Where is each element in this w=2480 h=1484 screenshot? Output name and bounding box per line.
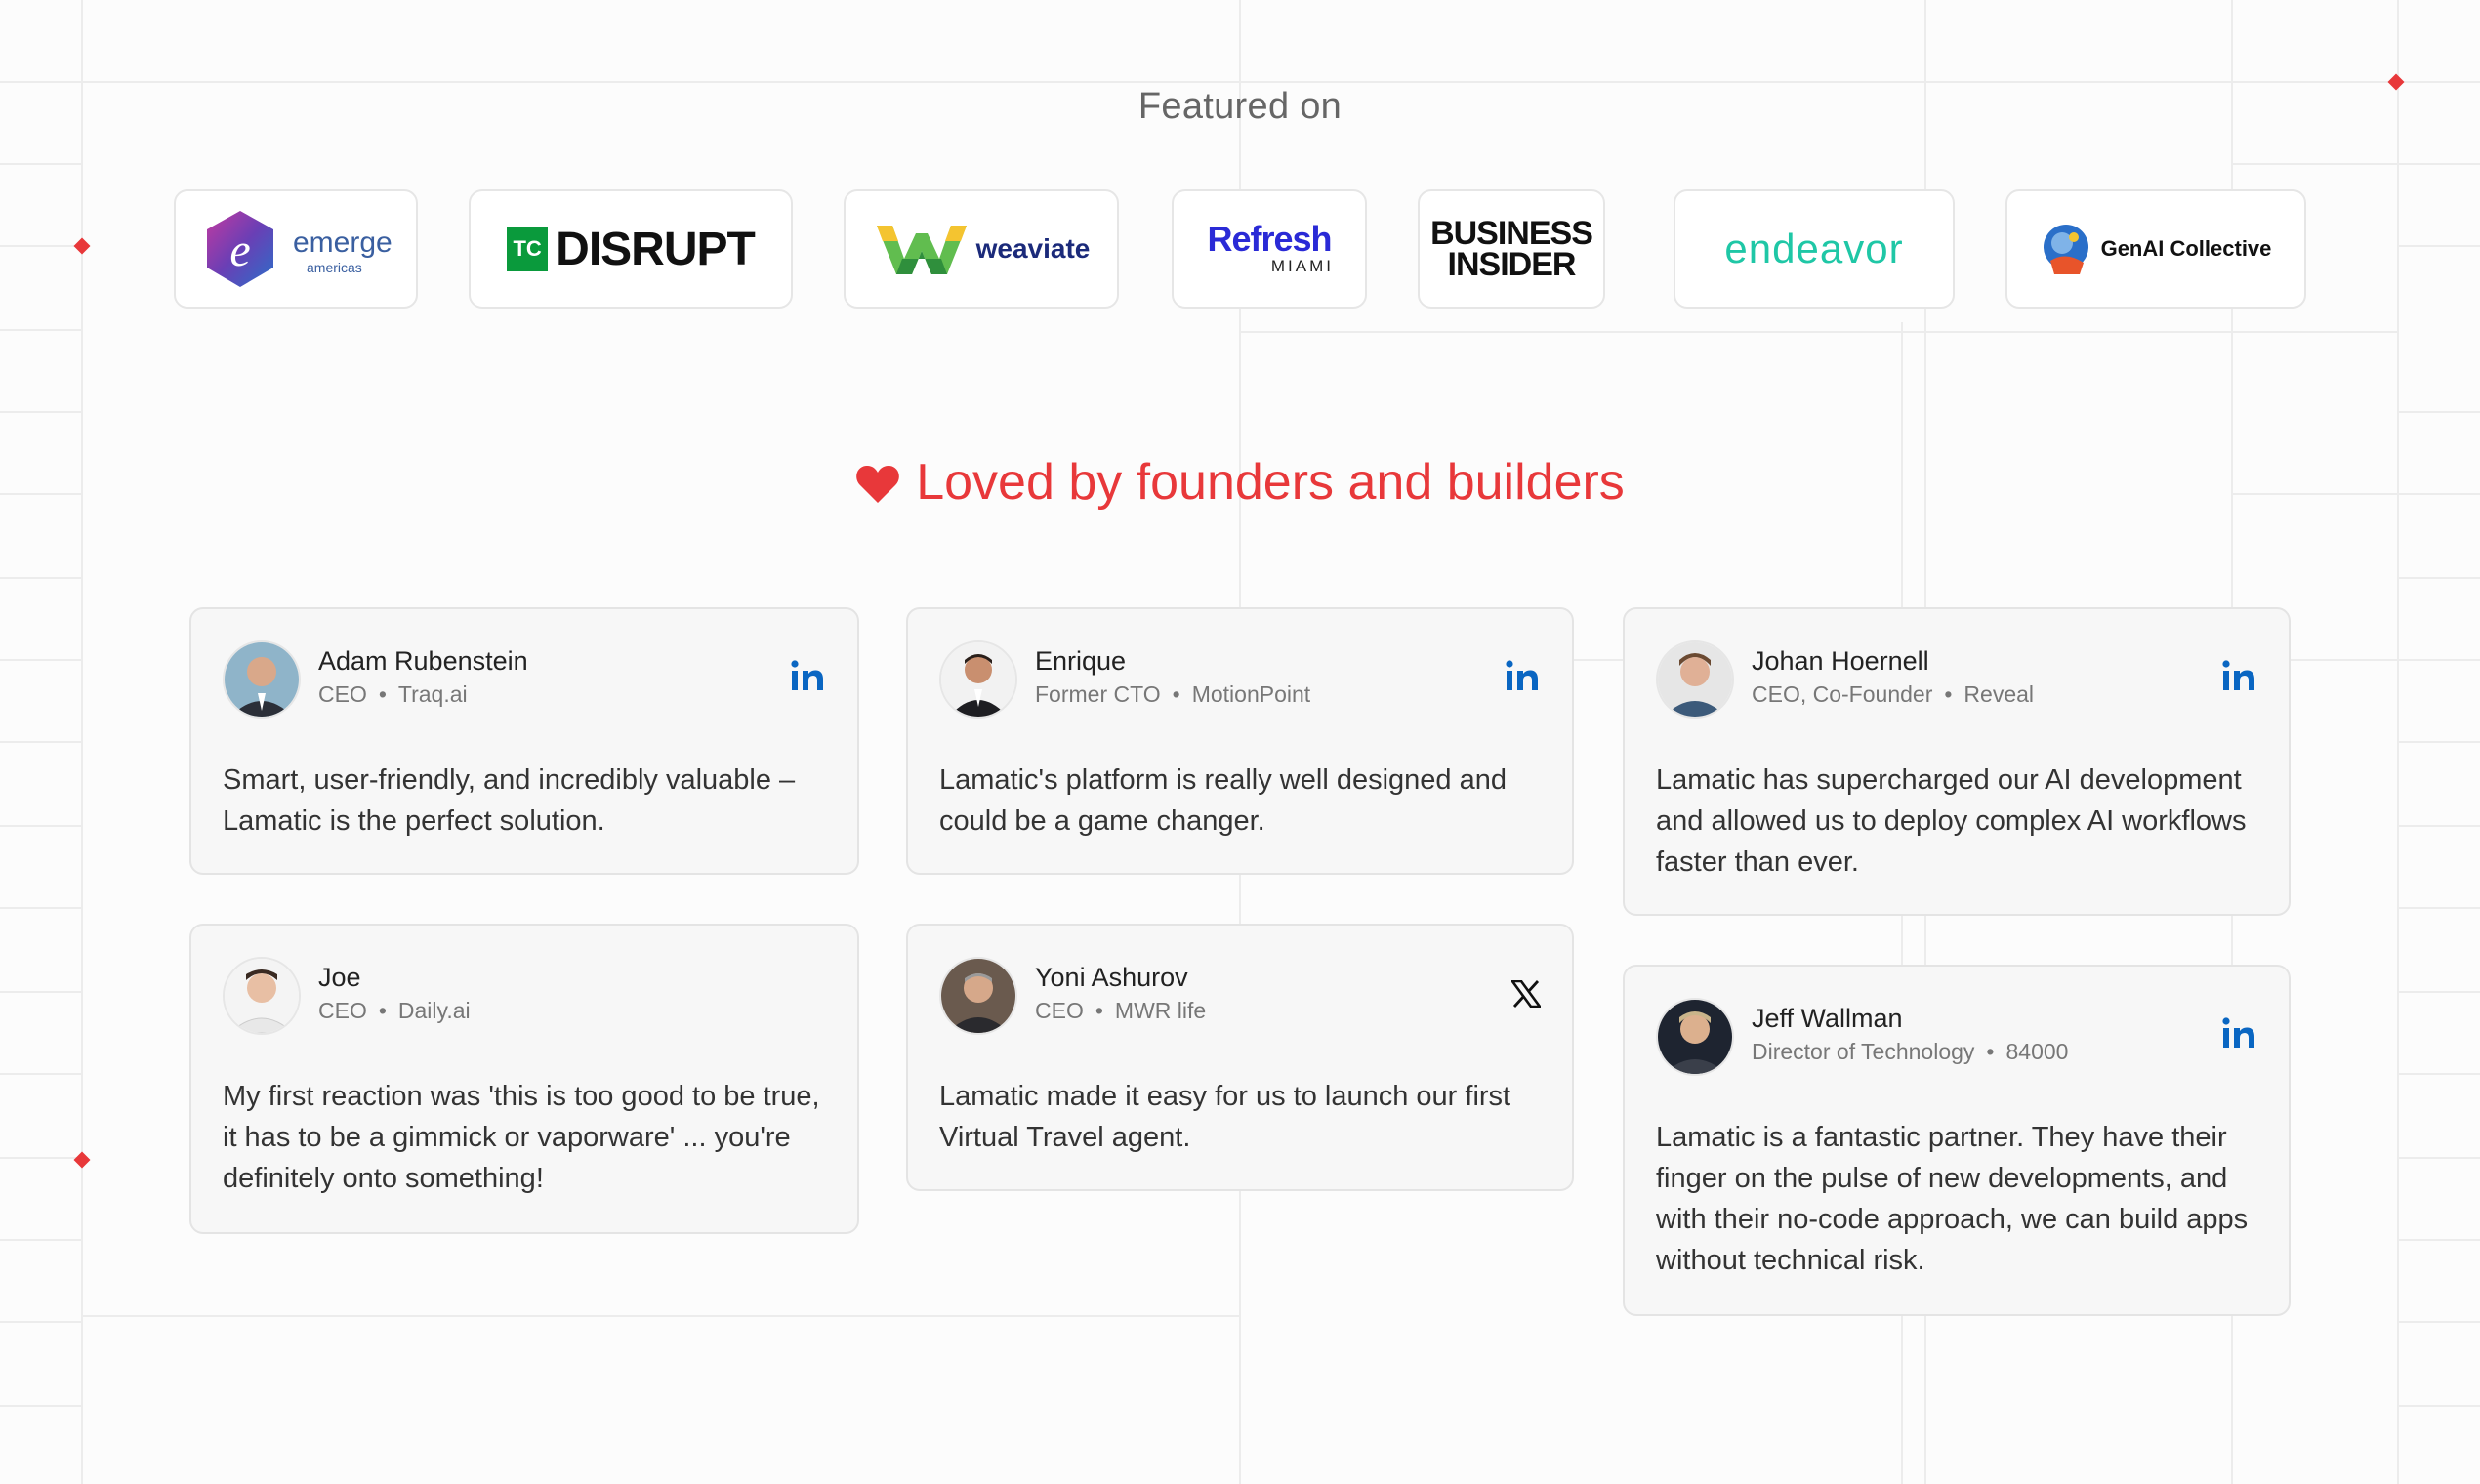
logo-endeavor[interactable]: endeavor <box>1674 189 1955 309</box>
linkedin-icon[interactable] <box>1506 660 1539 696</box>
testimonials-title-text: Loved by founders and builders <box>916 454 1625 511</box>
avatar <box>939 640 1017 719</box>
insider-label: INSIDER <box>1447 246 1577 283</box>
testimonial-card: Enrique Former CTO • MotionPoint Lamatic's… <box>906 607 1574 875</box>
person-name: Adam Rubenstein <box>318 646 528 676</box>
business-label: BUSINESS <box>1430 215 1593 252</box>
endeavor-label: endeavor <box>1724 226 1904 271</box>
testimonial-card: Jeff Wallman Director of Technology • 8400… <box>1623 965 2291 1316</box>
testimonials-title: Loved by founders and builders <box>0 453 2480 512</box>
person-name: Enrique <box>1035 646 1127 676</box>
emerge-sub: americas <box>307 260 362 275</box>
linkedin-icon[interactable] <box>2222 660 2255 696</box>
person-role: CEO • Traq.ai <box>318 681 468 707</box>
avatar <box>223 640 301 719</box>
person-name: Jeff Wallman <box>1752 1004 1903 1033</box>
person-role: CEO, Co-Founder • Reveal <box>1752 681 2035 707</box>
featured-title: Featured on <box>1137 86 1343 127</box>
logo-refresh[interactable]: Refresh MIAMI <box>1172 189 1367 309</box>
person-role: Former CTO • MotionPoint <box>1035 681 1311 707</box>
red-marker <box>73 237 91 255</box>
refresh-label: Refresh <box>1207 219 1332 259</box>
weaviate-label: weaviate <box>975 233 1091 264</box>
weaviate-logo <box>876 226 967 274</box>
logo-emerge[interactable]: e emerge americas <box>174 189 418 309</box>
logo-disrupt[interactable]: TC DISRUPT <box>469 189 793 309</box>
testimonial-quote: Lamatic's platform is really well design… <box>939 764 1507 837</box>
testimonial-card: Yoni Ashurov CEO • MWR life Lamatic made i… <box>906 924 1574 1191</box>
linkedin-icon[interactable] <box>2222 1017 2255 1053</box>
testimonial-quote: Smart, user-friendly, and incredibly val… <box>223 764 796 837</box>
testimonial-card: Johan Hoernell CEO, Co-Founder • Reveal La… <box>1623 607 2291 916</box>
testimonial-quote: Lamatic made it easy for us to launch ou… <box>939 1081 1511 1153</box>
avatar <box>1656 998 1734 1076</box>
testimonial-quote: My first reaction was 'this is too good … <box>223 1081 820 1194</box>
genai-collective-logo <box>2043 225 2088 274</box>
genai-label: GenAI Collective <box>2100 236 2272 261</box>
svg-text:e: e <box>229 225 250 276</box>
testimonial-quote: Lamatic has supercharged our AI developm… <box>1656 764 2247 878</box>
heart-icon <box>856 465 900 503</box>
linkedin-icon[interactable] <box>791 660 824 696</box>
testimonial-card: Joe CEO • Daily.ai My first reaction was '… <box>189 924 859 1234</box>
emerge-label: emerge <box>293 227 393 259</box>
logo-weaviate[interactable]: weaviate <box>844 189 1119 309</box>
red-marker <box>73 1151 91 1169</box>
logo-genai-collective[interactable]: GenAI Collective <box>2005 189 2306 309</box>
tc-badge: TC <box>507 227 549 271</box>
person-name: Joe <box>318 963 361 992</box>
testimonial-quote: Lamatic is a fantastic partner. They hav… <box>1656 1122 2249 1276</box>
avatar <box>1656 640 1734 719</box>
testimonial-card: Adam Rubenstein CEO • Traq.ai Smart, user-… <box>189 607 859 875</box>
person-name: Johan Hoernell <box>1752 646 1929 676</box>
logo-business-insider[interactable]: BUSINESS INSIDER <box>1418 189 1605 309</box>
avatar <box>223 957 301 1035</box>
x-icon[interactable] <box>1509 979 1543 1012</box>
refresh-sub: MIAMI <box>1270 257 1334 275</box>
person-name: Yoni Ashurov <box>1035 963 1188 992</box>
person-role: CEO • Daily.ai <box>318 998 471 1023</box>
disrupt-label: DISRUPT <box>556 223 756 275</box>
person-role: Director of Technology • 84000 <box>1752 1039 2069 1064</box>
avatar <box>939 957 1017 1035</box>
person-role: CEO • MWR life <box>1035 998 1207 1023</box>
